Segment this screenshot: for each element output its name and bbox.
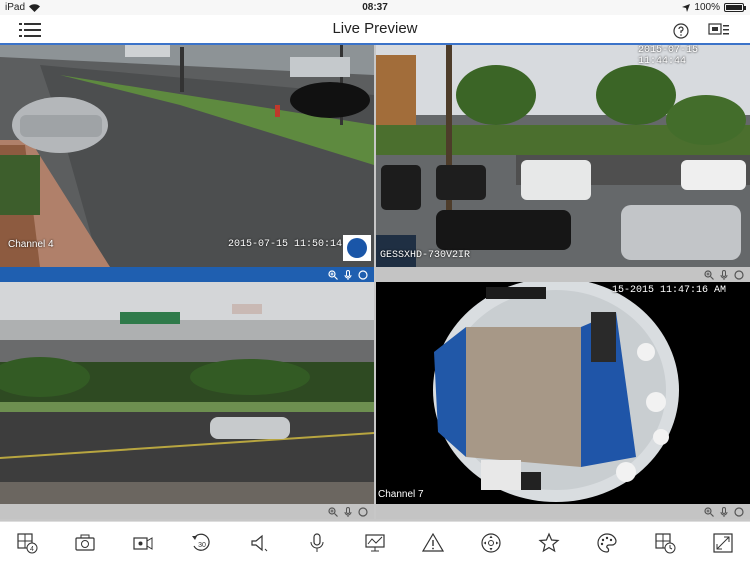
color-adjust-icon [597,533,617,553]
fullscreen-button[interactable] [711,531,735,555]
timestamp-4: 15-2015 11:47:16 AM [612,285,727,296]
monitor-button[interactable] [363,531,387,555]
playback-icon: 30 [192,533,210,551]
speaker-button[interactable] [247,531,271,555]
zoom-icon[interactable] [704,506,714,517]
window-schedule-button[interactable] [653,531,677,555]
status-circle-icon[interactable] [358,269,368,280]
split-window-icon: 4 [17,533,38,554]
svg-text:4: 4 [30,546,34,553]
color-adjust-button[interactable] [595,531,619,555]
status-bar: iPad 08:37 100% [0,0,750,15]
monitor-icon [365,534,385,552]
video-window-3[interactable] [0,282,374,504]
timestamp-2: 2015-07-15 11:44:44 [638,45,699,67]
record-icon [133,537,153,550]
control-strip-3 [0,504,374,519]
fullscreen-icon [713,533,733,553]
device-list-icon [708,23,729,35]
audio-icon[interactable] [719,506,729,517]
camera-feed-4 [376,282,750,504]
snapshot-icon [75,534,95,551]
zoom-icon[interactable] [704,269,714,280]
status-right: 100% [682,2,746,13]
bottom-toolbar: 4 30 [0,521,750,563]
location-icon [682,3,691,12]
record-button[interactable] [131,531,155,555]
camera-feed-1 [0,45,374,267]
snapshot-button[interactable] [73,531,97,555]
control-strip-4 [376,504,750,519]
microphone-icon [310,533,324,552]
audio-icon[interactable] [343,506,353,517]
page-title: Live Preview [332,20,418,37]
status-circle-icon[interactable] [734,269,744,280]
speaker-icon [251,534,268,552]
battery-icon [724,3,746,12]
device-list-button[interactable] [706,20,732,40]
control-strip-1-icons [0,267,374,282]
audio-icon[interactable] [343,269,353,280]
svg-text:30: 30 [198,542,206,549]
video-window-1[interactable]: Channel 4 2015-07-15 11:50:14 [0,45,374,267]
zoom-icon[interactable] [328,269,338,280]
audio-icon[interactable] [719,269,729,280]
control-strip-2 [376,267,750,282]
alarm-button[interactable] [421,531,445,555]
timestamp-1: 2015-07-15 11:50:14 [228,239,343,250]
favorite-button[interactable] [537,531,561,555]
channel-label-1: Channel 4 [8,239,54,250]
nav-bar: Live Preview [0,15,750,45]
channel-label-4: Channel 7 [378,489,424,500]
status-circle-icon[interactable] [734,506,744,517]
video-window-4[interactable]: 15-2015 11:47:16 AM Channel 7 [376,282,750,504]
favorite-icon [538,532,560,553]
camera-feed-2 [376,45,750,267]
question-icon [673,23,689,39]
window-schedule-icon [655,533,676,554]
microphone-button[interactable] [305,531,329,555]
help-button[interactable] [670,20,692,42]
video-window-2[interactable]: 2015-07-15 11:44:44 GESSXHD-730V2IR [376,45,750,267]
playback-button[interactable]: 30 [189,531,213,555]
ptz-icon [481,533,501,553]
video-grid: Channel 4 2015-07-15 11:50:14 2015-07-15… [0,45,750,521]
zoom-icon[interactable] [328,506,338,517]
camera-model-overlay: GESSXHD-730V2IR [380,250,471,261]
status-time: 08:37 [362,2,388,13]
alarm-icon [422,532,444,552]
ptz-button[interactable] [479,531,503,555]
split-window-button[interactable]: 4 [15,531,39,555]
status-circle-icon[interactable] [358,506,368,517]
camera-feed-3 [0,282,374,504]
battery-percent: 100% [694,2,720,13]
